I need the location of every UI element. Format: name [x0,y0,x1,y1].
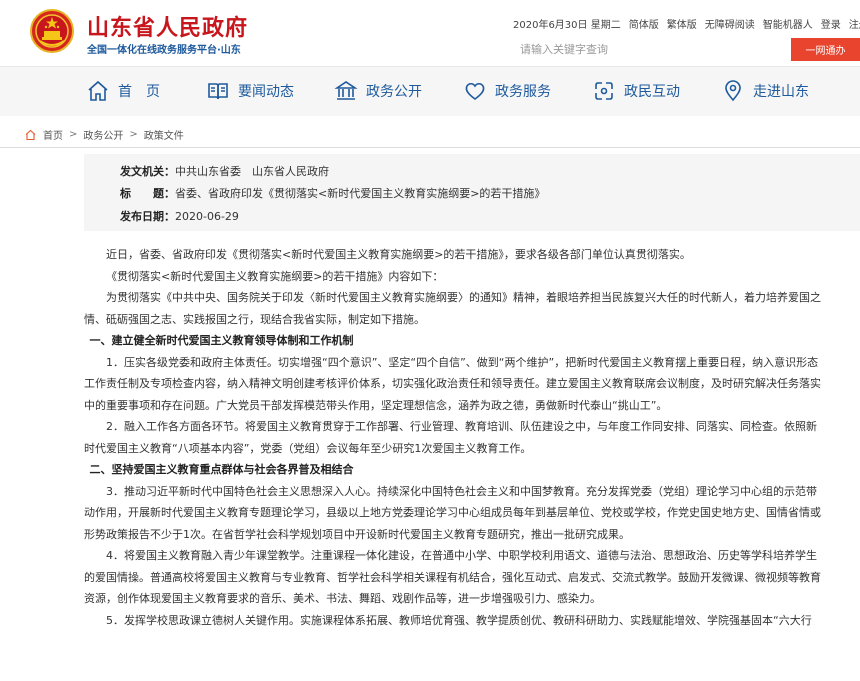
breadcrumb-separator: > [69,129,78,140]
breadcrumb-policy-documents[interactable]: 政策文件 [144,127,184,142]
meta-title-row: 标 题：省委、省政府印发《贯彻落实<新时代爱国主义教育实施纲要>的若干措施》 [120,185,545,201]
breadcrumb-separator: > [129,129,138,140]
nav-item-home[interactable]: 首 页 [86,79,160,103]
site-subtitle: 全国一体化在线政务服务平台·山东 [87,45,241,56]
meta-title-value: 省委、省政府印发《贯彻落实<新时代爱国主义教育实施纲要>的若干措施》 [175,187,546,200]
login-link[interactable]: 登录 [821,16,841,31]
main-nav: 首 页 要闻动态 政务公开 政务服务 政民互动 走进山东 [0,66,860,116]
meta-issuer-row: 发文机关：中共山东省委 山东省人民政府 [120,163,329,179]
register-link[interactable]: 注册 [849,16,860,31]
site-title[interactable]: 山东省人民政府 [87,10,248,42]
article-paragraph: 4．将爱国主义教育融入青少年课堂教学。注重课程一体化建设，在普通中小学、中职学校… [84,549,821,605]
nav-label: 走进山东 [753,84,809,100]
current-date: 2020年6月30日 星期二 [513,20,621,31]
one-stop-service-button[interactable]: 一网通办 [791,38,860,61]
accessible-reading-link[interactable]: 无障碍阅读 [705,16,755,31]
traditional-chinese-link[interactable]: 繁体版 [667,16,697,31]
article-paragraph: 5．发挥学校思政课立德树人关键作用。实施课程体系拓展、教师培优育强、教学提质创优… [106,613,812,627]
nav-item-government-affairs[interactable]: 政务公开 [334,79,422,103]
meta-issuer-value: 中共山东省委 山东省人民政府 [175,165,329,178]
nav-label: 政务服务 [495,84,551,100]
nav-item-about-shandong[interactable]: 走进山东 [721,79,809,103]
national-emblem-logo[interactable] [30,9,74,53]
nav-label: 要闻动态 [238,84,294,100]
site-header: 山东省人民政府 全国一体化在线政务服务平台·山东 2020年6月30日 星期二 … [0,0,860,66]
breadcrumb: 首页 > 政务公开 > 政策文件 [24,127,184,142]
article-body: 近日，省委、省政府印发《贯彻落实<新时代爱国主义教育实施纲要>的若干措施》，要求… [84,244,824,631]
search-input[interactable] [520,39,720,59]
nav-item-news[interactable]: 要闻动态 [206,79,294,103]
interaction-icon [595,82,613,100]
article-paragraph: 为贯彻落实《中共中央、国务院关于印发〈新时代爱国主义教育实施纲要〉的通知》精神，… [84,291,821,326]
meta-issuer-label: 发文机关： [120,165,175,178]
meta-date-value: 2020-06-29 [175,210,239,223]
home-icon [25,129,36,140]
nav-label: 政民互动 [624,84,680,100]
article-paragraph: 1．压实各级党委和政府主体责任。切实增强“四个意识”、坚定“四个自信”、做到“两… [84,355,821,412]
document-meta-box: 发文机关：中共山东省委 山东省人民政府 标 题：省委、省政府印发《贯彻落实<新时… [84,154,860,231]
article-paragraph: 《贯彻落实<新时代爱国主义教育实施纲要>的若干措施》内容如下： [106,269,444,283]
breadcrumb-home[interactable]: 首页 [43,127,63,142]
heart-service-icon [465,82,485,100]
nav-label: 首 页 [118,84,160,100]
nav-label: 政务公开 [366,84,422,100]
meta-title-label: 标 题： [120,187,175,200]
nav-item-interaction[interactable]: 政民互动 [592,79,680,103]
section-heading: 二、坚持爱国主义教育重点群体与社会各界普及相结合 [89,463,354,476]
meta-date-label: 发布日期： [120,210,175,223]
location-icon [725,80,741,102]
government-icon [334,81,358,100]
article-paragraph: 2．融入工作各方面各环节。将爱国主义教育贯穿于工作部署、行业管理、教育培训、队伍… [84,420,817,455]
divider [0,147,860,148]
meta-date-row: 发布日期：2020-06-29 [120,208,239,224]
top-utility-bar: 2020年6月30日 星期二 简体版 繁体版 无障碍阅读 智能机器人 登录 注册 [513,16,860,31]
section-heading: 一、建立健全新时代爱国主义教育领导体制和工作机制 [89,334,354,347]
simplified-chinese-link[interactable]: 简体版 [629,16,659,31]
home-icon [88,80,108,101]
article-paragraph: 3．推动习近平新时代中国特色社会主义思想深入人心。持续深化中国特色社会主义和中国… [84,484,821,541]
nav-item-services[interactable]: 政务服务 [463,79,551,103]
smart-robot-link[interactable]: 智能机器人 [763,16,813,31]
article-paragraph: 近日，省委、省政府印发《贯彻落实<新时代爱国主义教育实施纲要>的若干措施》，要求… [106,248,691,261]
news-icon [208,83,228,100]
breadcrumb-government-affairs[interactable]: 政务公开 [83,127,123,142]
